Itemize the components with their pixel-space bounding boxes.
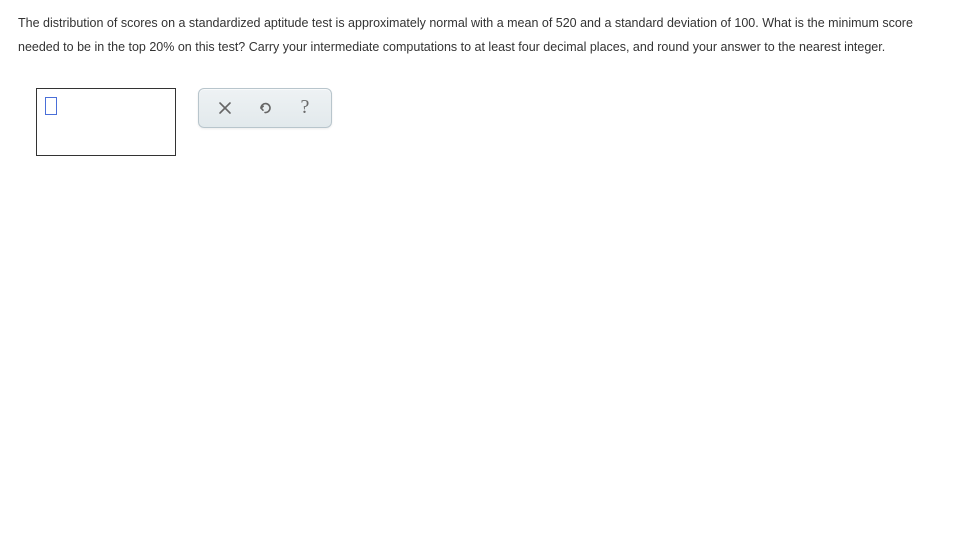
answer-input[interactable] bbox=[45, 97, 57, 115]
undo-icon bbox=[257, 100, 273, 116]
help-icon: ? bbox=[301, 96, 310, 119]
clear-button[interactable] bbox=[205, 93, 245, 123]
question-text: The distribution of scores on a standard… bbox=[18, 12, 936, 60]
help-button[interactable]: ? bbox=[285, 93, 325, 123]
x-icon bbox=[218, 101, 232, 115]
answer-box[interactable] bbox=[36, 88, 176, 156]
answer-row: ? bbox=[36, 88, 936, 156]
undo-button[interactable] bbox=[245, 93, 285, 123]
toolbar: ? bbox=[198, 88, 332, 128]
